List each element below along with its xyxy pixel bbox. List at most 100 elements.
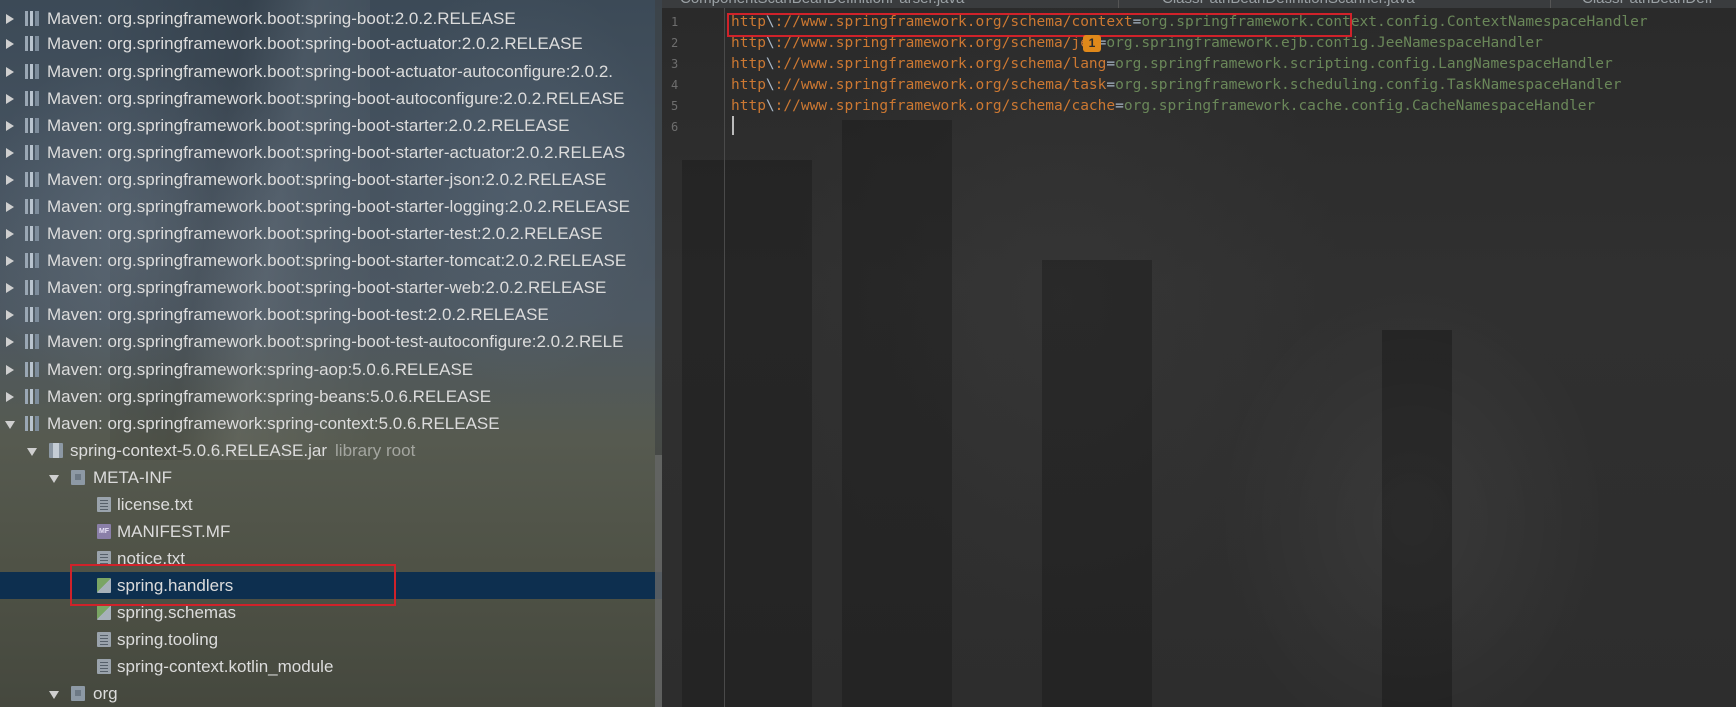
- collapse-arrow-icon[interactable]: [5, 421, 15, 429]
- tree-item-maven-library[interactable]: Maven: org.springframework:spring-beans:…: [0, 383, 662, 410]
- library-icon: [25, 91, 39, 106]
- tree-item-maven-library[interactable]: Maven: org.springframework.boot:spring-b…: [0, 220, 662, 247]
- expand-arrow-icon[interactable]: [6, 337, 14, 347]
- code-line[interactable]: http\://www.springframework.org/schema/c…: [731, 96, 1595, 117]
- property-key: http: [731, 77, 766, 93]
- tree-item-license-txt[interactable]: license.txt: [0, 491, 662, 518]
- project-tree-scrollbar[interactable]: [655, 0, 662, 707]
- text-file-icon: [97, 632, 111, 647]
- library-icon: [25, 11, 39, 26]
- tree-item-maven-library[interactable]: Maven: org.springframework.boot:spring-b…: [0, 328, 662, 355]
- tree-item-label: Maven: org.springframework.boot:spring-b…: [47, 278, 607, 297]
- property-key: ://www.springframework.org/schema/cache: [774, 98, 1116, 114]
- background-building: [1042, 260, 1152, 707]
- library-icon: [25, 64, 39, 79]
- library-icon: [25, 253, 39, 268]
- tree-item-maven-library[interactable]: Maven: org.springframework.boot:spring-b…: [0, 274, 662, 301]
- file-label: MANIFEST.MF: [117, 522, 231, 541]
- highlight-box-spring-handlers: [70, 564, 396, 606]
- library-icon: [25, 362, 39, 377]
- property-key: ://www.springframework.org/schema/jee: [774, 35, 1098, 51]
- expand-arrow-icon[interactable]: [6, 365, 14, 375]
- text-file-icon: [97, 659, 111, 674]
- file-label: spring-context.kotlin_module: [117, 657, 334, 676]
- tab-separator: [1118, 0, 1119, 8]
- expand-arrow-icon[interactable]: [6, 229, 14, 239]
- expand-arrow-icon[interactable]: [6, 94, 14, 104]
- tree-item-kotlin-module[interactable]: spring-context.kotlin_module: [0, 653, 662, 680]
- tree-item-org-folder[interactable]: org: [0, 680, 662, 707]
- tree-item-maven-library[interactable]: Maven: org.springframework.boot:spring-b…: [0, 139, 662, 166]
- expand-arrow-icon[interactable]: [6, 283, 14, 293]
- library-icon: [25, 280, 39, 295]
- escape-char: \: [765, 56, 775, 72]
- code-line[interactable]: http\://www.springframework.org/schema/t…: [731, 75, 1621, 96]
- tree-item-label: Maven: org.springframework.boot:spring-b…: [47, 9, 516, 28]
- scrollbar-thumb[interactable]: [655, 455, 662, 707]
- tree-item-meta-inf-folder[interactable]: META-INF: [0, 464, 662, 491]
- library-icon: [25, 172, 39, 187]
- package-folder-icon: [71, 470, 85, 485]
- escape-char: \: [765, 98, 775, 114]
- tree-item-label: Maven: org.springframework.boot:spring-b…: [47, 143, 626, 162]
- tree-item-maven-library[interactable]: Maven: org.springframework.boot:spring-b…: [0, 247, 662, 274]
- jar-icon: [49, 443, 63, 458]
- text-caret: [732, 116, 734, 135]
- line-number: 3: [671, 57, 679, 71]
- expand-arrow-icon[interactable]: [6, 148, 14, 158]
- line-number: 1: [671, 15, 679, 29]
- tree-item-maven-library[interactable]: Maven: org.springframework.boot:spring-b…: [0, 112, 662, 139]
- tree-item-maven-library[interactable]: Maven: org.springframework:spring-contex…: [0, 410, 662, 437]
- library-root-label: library root: [335, 441, 416, 460]
- property-key: http: [731, 35, 766, 51]
- tree-item-maven-library[interactable]: Maven: org.springframework.boot:spring-b…: [0, 301, 662, 328]
- code-line[interactable]: http\://www.springframework.org/schema/l…: [731, 54, 1613, 75]
- tree-item-label: Maven: org.springframework.boot:spring-b…: [47, 251, 627, 270]
- tree-item-maven-library[interactable]: Maven: org.springframework.boot:spring-b…: [0, 5, 662, 32]
- editor-tab[interactable]: ComponentScanBeanDefinitionParser.java: [680, 0, 964, 8]
- escape-char: \: [765, 35, 775, 51]
- expand-arrow-icon[interactable]: [6, 175, 14, 185]
- background-building: [842, 120, 952, 707]
- collapse-arrow-icon[interactable]: [27, 448, 37, 456]
- tree-item-maven-library[interactable]: Maven: org.springframework.boot:spring-b…: [0, 193, 662, 220]
- tab-separator: [1550, 0, 1551, 8]
- expand-arrow-icon[interactable]: [6, 256, 14, 266]
- tree-item-label: Maven: org.springframework.boot:spring-b…: [47, 34, 583, 53]
- tree-item-label: Maven: org.springframework:spring-beans:…: [47, 387, 492, 406]
- highlight-box-line-1: [727, 13, 1352, 37]
- tree-item-spring-tooling[interactable]: spring.tooling: [0, 626, 662, 653]
- expand-arrow-icon[interactable]: [6, 39, 14, 49]
- property-value: org.springframework.ejb.config.JeeNamesp…: [1106, 35, 1543, 51]
- tree-item-label: Maven: org.springframework.boot:spring-b…: [47, 89, 625, 108]
- library-icon: [25, 199, 39, 214]
- annotation-badge: 1: [1083, 35, 1101, 52]
- property-value: org.springframework.scripting.config.Lan…: [1115, 56, 1613, 72]
- tree-item-label: Maven: org.springframework.boot:spring-b…: [47, 332, 624, 351]
- tree-item-maven-library[interactable]: Maven: org.springframework.boot:spring-b…: [0, 166, 662, 193]
- tree-item-maven-library[interactable]: Maven: org.springframework:spring-aop:5.…: [0, 356, 662, 383]
- expand-arrow-icon[interactable]: [6, 14, 14, 24]
- editor-tab[interactable]: ClassPathBeanDefi: [1582, 0, 1712, 8]
- tree-item-label: Maven: org.springframework.boot:spring-b…: [47, 305, 549, 324]
- line-number: 4: [671, 78, 679, 92]
- tree-item-maven-library[interactable]: Maven: org.springframework.boot:spring-b…: [0, 30, 662, 57]
- expand-arrow-icon[interactable]: [6, 310, 14, 320]
- library-icon: [25, 334, 39, 349]
- library-icon: [25, 389, 39, 404]
- collapse-arrow-icon[interactable]: [49, 475, 59, 483]
- tree-item-maven-library[interactable]: Maven: org.springframework.boot:spring-b…: [0, 58, 662, 85]
- property-value: org.springframework.cache.config.CacheNa…: [1123, 98, 1596, 114]
- expand-arrow-icon[interactable]: [6, 121, 14, 131]
- library-icon: [25, 145, 39, 160]
- editor-tab[interactable]: ClassPathBeanDefinitionScanner.java: [1162, 0, 1415, 8]
- tree-item-manifest[interactable]: MF MANIFEST.MF: [0, 518, 662, 545]
- tree-item-jar[interactable]: spring-context-5.0.6.RELEASE.jar library …: [0, 437, 662, 464]
- collapse-arrow-icon[interactable]: [49, 691, 59, 699]
- expand-arrow-icon[interactable]: [6, 67, 14, 77]
- library-icon: [25, 118, 39, 133]
- property-value: org.springframework.scheduling.config.Ta…: [1115, 77, 1622, 93]
- tree-item-maven-library[interactable]: Maven: org.springframework.boot:spring-b…: [0, 85, 662, 112]
- expand-arrow-icon[interactable]: [6, 392, 14, 402]
- expand-arrow-icon[interactable]: [6, 202, 14, 212]
